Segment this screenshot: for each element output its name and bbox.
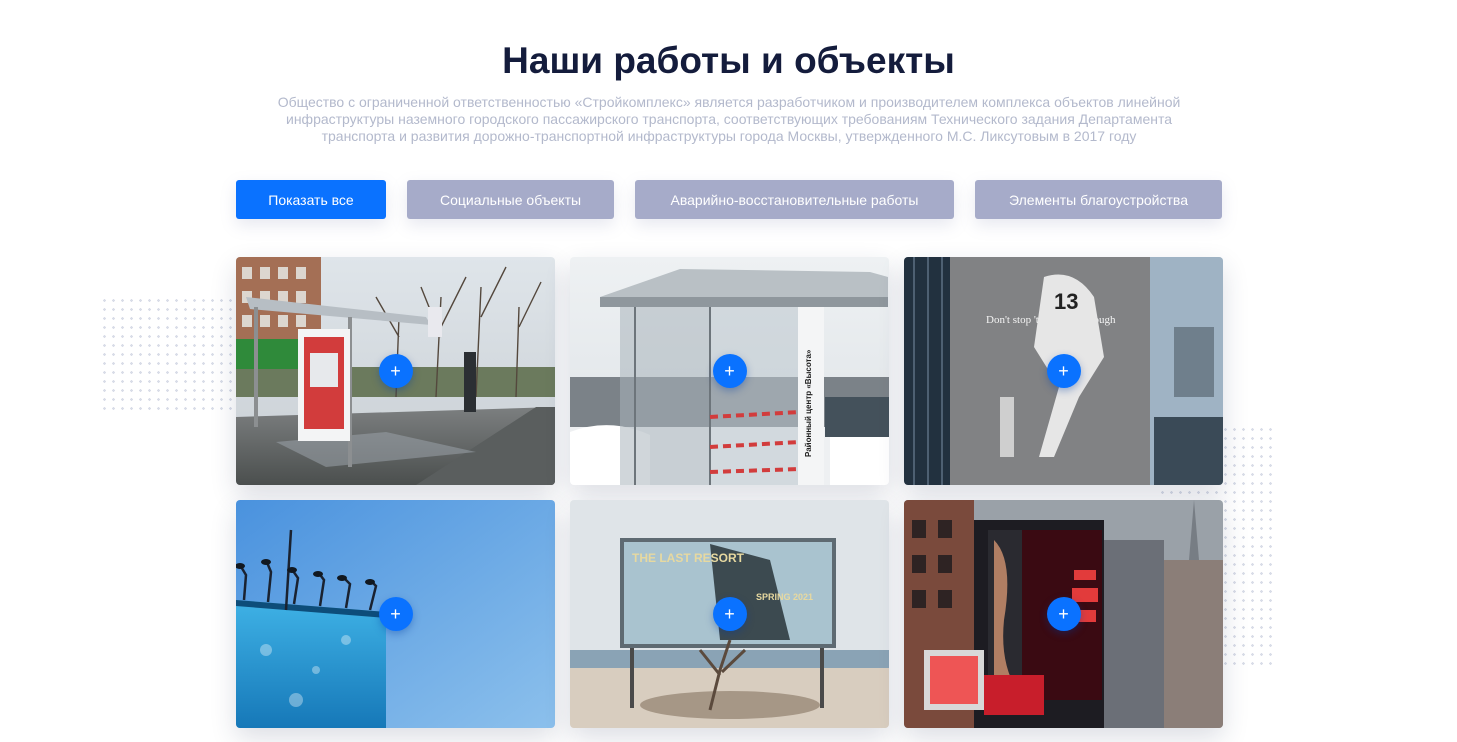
svg-text:Районный центр «Высота»: Районный центр «Высота»: [804, 349, 813, 457]
gallery-item-pavilion[interactable]: Районный центр «Высота» +: [570, 257, 889, 485]
filter-social-objects-button[interactable]: Социальные объекты: [407, 180, 614, 219]
filter-emergency-works-button[interactable]: Аварийно-восстановительные работы: [635, 180, 954, 219]
dot-pattern-left: [100, 296, 240, 412]
gallery-item-sports-billboard[interactable]: Don't stop 'til you get enough 13 +: [904, 257, 1223, 485]
filter-landscaping-button[interactable]: Элементы благоустройства: [975, 180, 1222, 219]
gallery-item-blue-billboard[interactable]: +: [236, 500, 555, 728]
plus-icon[interactable]: +: [712, 597, 747, 631]
section-description: Общество с ограниченной ответственностью…: [277, 94, 1181, 144]
gallery-item-city-billboards[interactable]: +: [904, 500, 1223, 728]
plus-icon[interactable]: +: [1046, 597, 1081, 631]
svg-text:THE LAST RESORT: THE LAST RESORT: [632, 551, 745, 565]
plus-icon[interactable]: +: [378, 597, 413, 631]
gallery-item-resort-billboard[interactable]: THE LAST RESORT SPRING 2021 +: [570, 500, 889, 728]
plus-icon[interactable]: +: [378, 354, 413, 388]
plus-icon[interactable]: +: [1046, 354, 1081, 388]
plus-icon[interactable]: +: [712, 354, 747, 388]
svg-text:13: 13: [1054, 289, 1078, 314]
page-title: Наши работы и объекты: [502, 40, 955, 81]
gallery-item-bus-stop[interactable]: +: [236, 257, 555, 485]
filter-show-all-button[interactable]: Показать все: [236, 180, 386, 219]
svg-text:SPRING 2021: SPRING 2021: [756, 592, 813, 602]
